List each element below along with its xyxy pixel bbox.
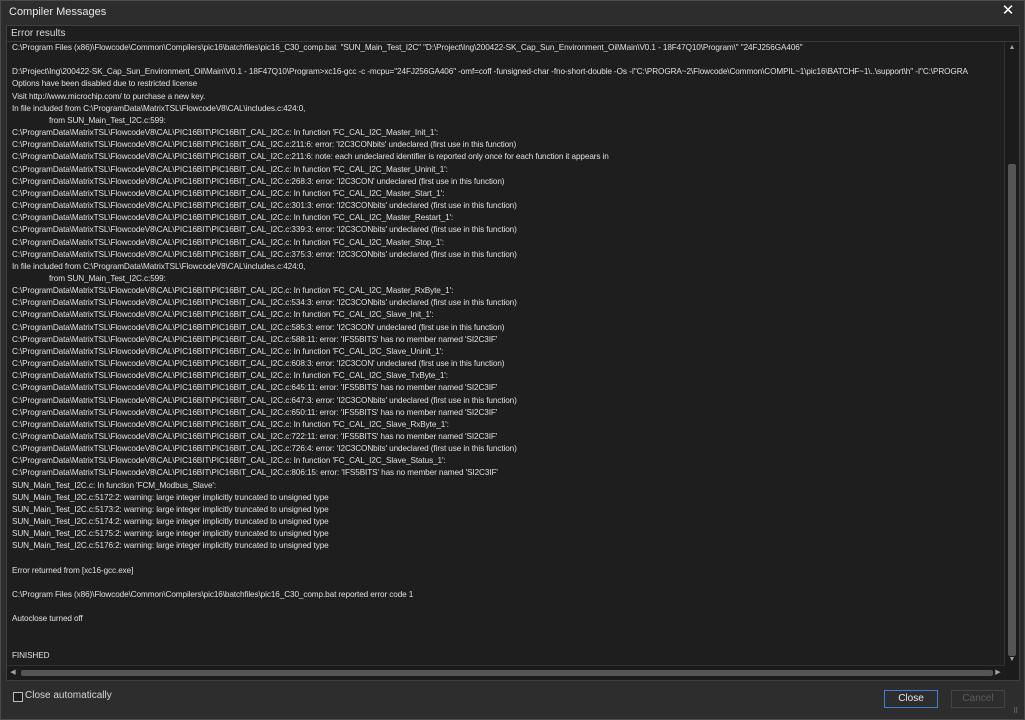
scroll-up-icon[interactable]: ▲	[1005, 42, 1019, 54]
scroll-left-icon[interactable]: ◀	[7, 666, 19, 680]
close-button[interactable]: Close	[884, 690, 938, 708]
resize-grip-icon[interactable]: ⠿	[1013, 708, 1021, 716]
title-bar[interactable]: Compiler Messages ✕	[1, 1, 1024, 23]
scroll-right-icon[interactable]: ▶	[992, 666, 1004, 680]
vertical-scrollbar[interactable]: ▲ ▼	[1004, 42, 1019, 666]
results-header-label: Error results	[11, 28, 66, 39]
close-icon[interactable]: ✕	[1000, 3, 1016, 19]
scrollbar-corner	[1005, 666, 1019, 680]
window-title: Compiler Messages	[9, 6, 107, 18]
horizontal-scrollbar[interactable]: ◀ ▶	[7, 665, 1004, 680]
compiler-output-log[interactable]: C:\Program Files (x86)\Flowcode\Common\C…	[12, 42, 997, 666]
dialog-footer: Close automatically Close Cancel ⠿	[1, 681, 1024, 719]
compiler-messages-window: Compiler Messages ✕ Error results C:\Pro…	[0, 0, 1025, 720]
scroll-down-icon[interactable]: ▼	[1005, 654, 1019, 666]
close-automatically-label[interactable]: Close automatically	[25, 690, 112, 701]
cancel-button: Cancel	[951, 690, 1005, 708]
horizontal-scroll-thumb[interactable]	[21, 670, 993, 676]
results-header: Error results	[7, 26, 1019, 42]
vertical-scroll-thumb[interactable]	[1008, 164, 1016, 656]
close-automatically-checkbox[interactable]	[13, 692, 23, 702]
error-results-panel: Error results C:\Program Files (x86)\Flo…	[6, 25, 1020, 681]
